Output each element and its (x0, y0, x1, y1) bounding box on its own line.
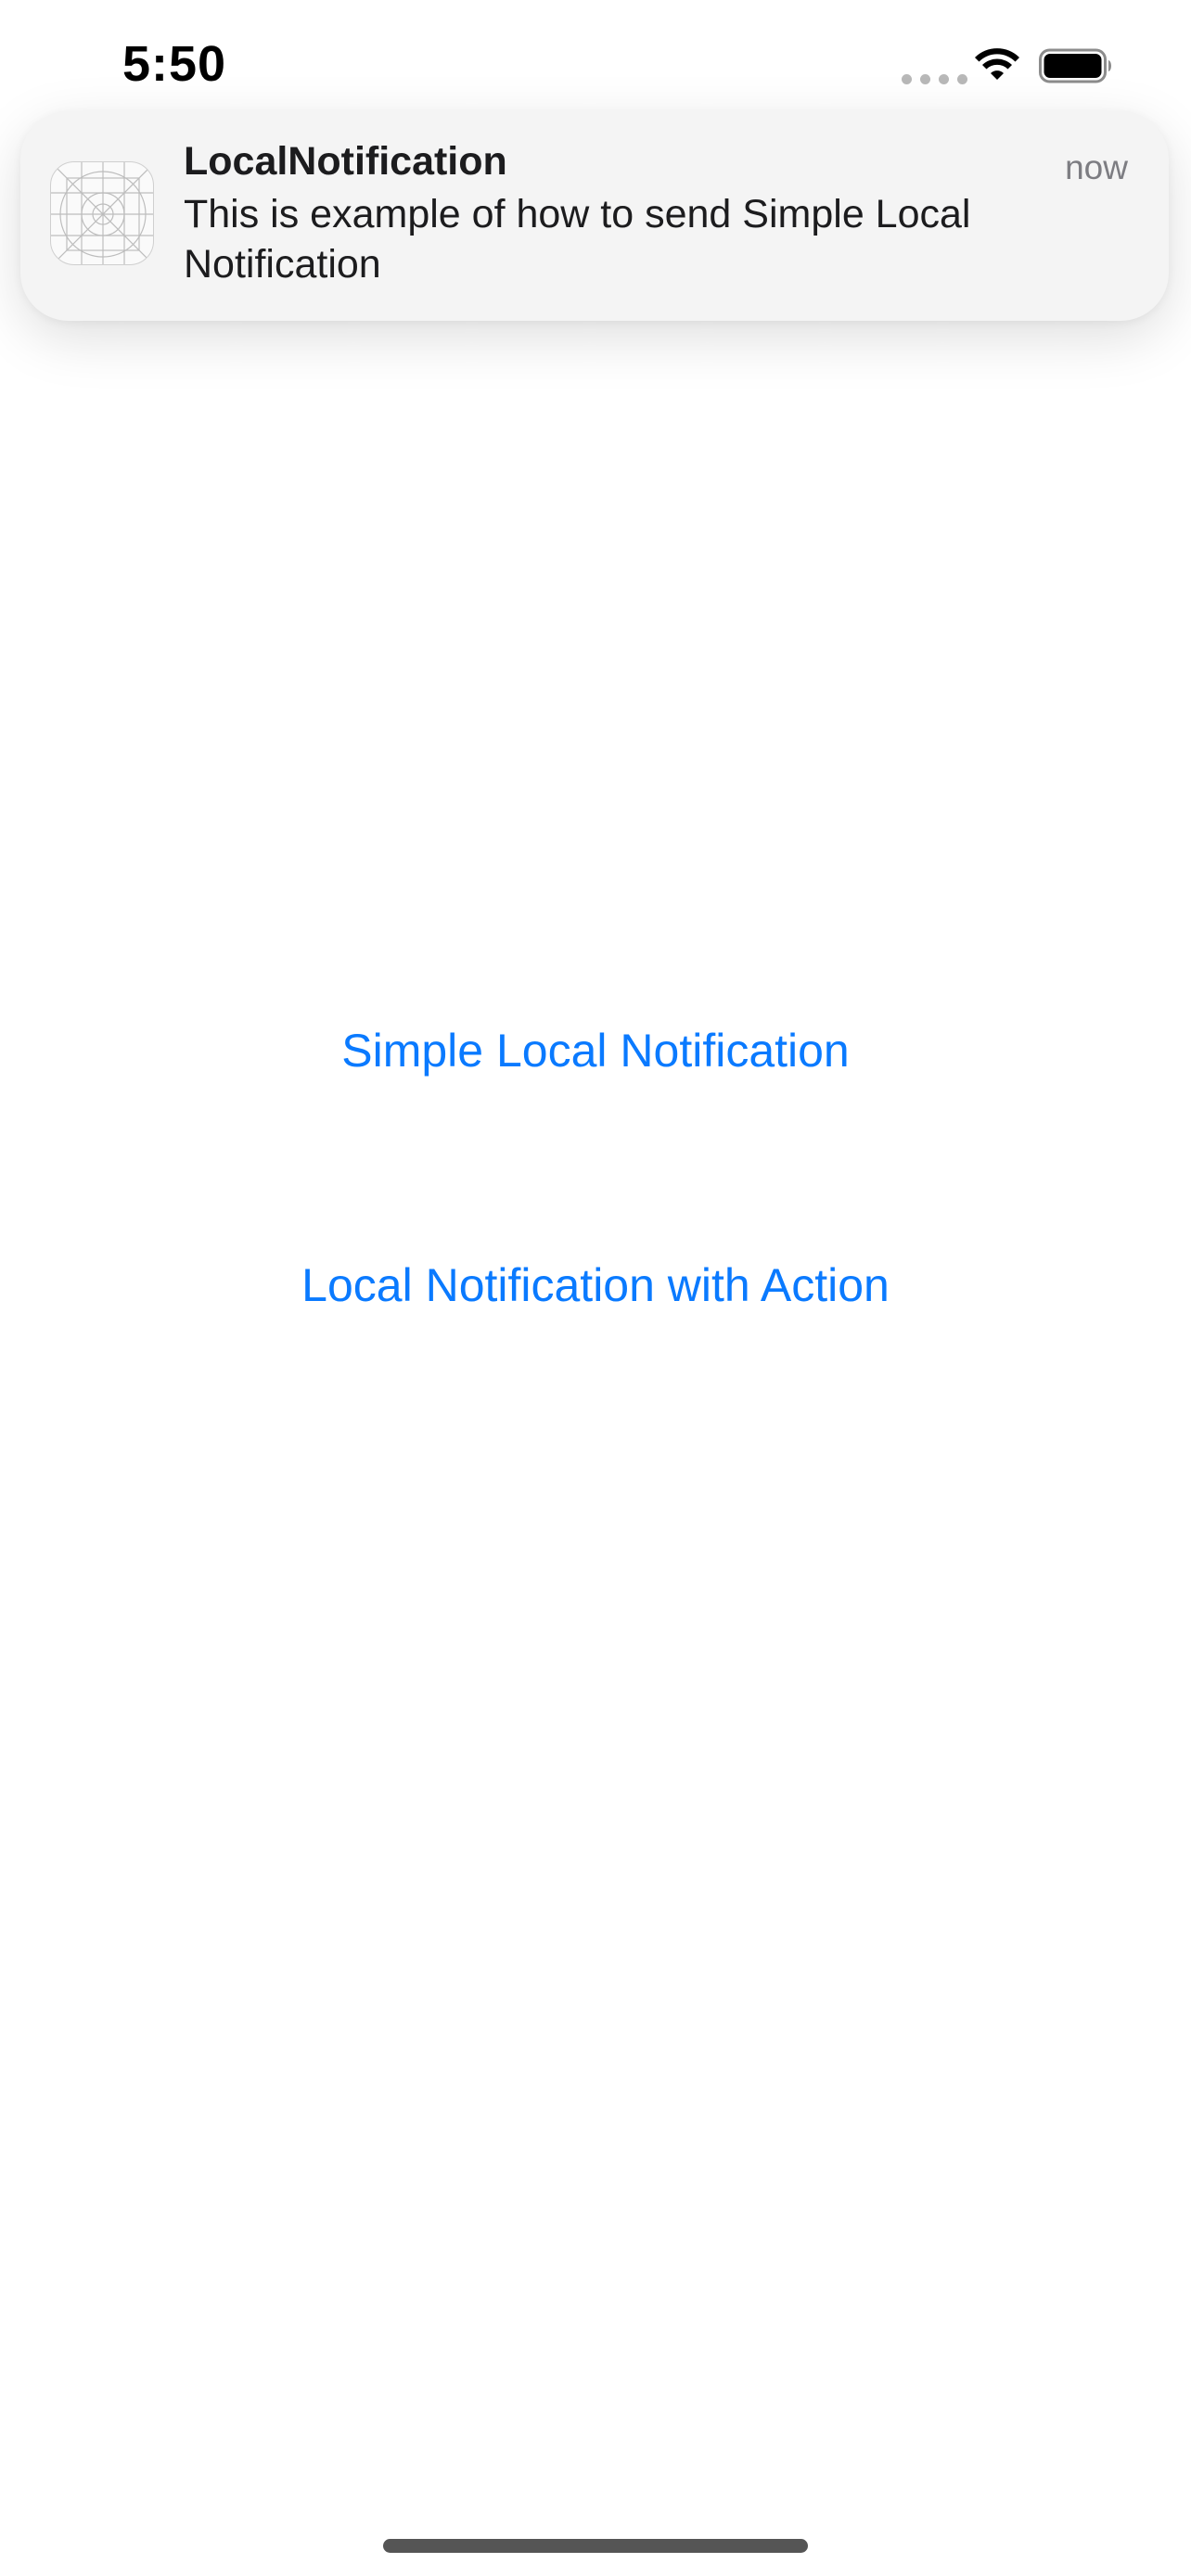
simple-local-notification-button[interactable]: Simple Local Notification (0, 1024, 1191, 1078)
home-indicator[interactable] (383, 2539, 808, 2553)
notification-body: This is example of how to send Simple Lo… (184, 192, 971, 287)
wifi-icon (975, 48, 1019, 80)
notification-time: now (1065, 148, 1128, 186)
app-placeholder-icon (50, 161, 154, 265)
local-notification-with-action-button[interactable]: Local Notification with Action (0, 1258, 1191, 1312)
notification-banner[interactable]: LocalNotification now This is example of… (20, 111, 1169, 321)
status-time: 5:50 (122, 36, 227, 92)
notification-app-name: LocalNotification (184, 139, 507, 184)
battery-icon (1039, 48, 1111, 83)
signal-dots-icon (902, 74, 967, 84)
app-screen: 5:50 LocalNotification now This is examp… (0, 0, 1191, 2576)
